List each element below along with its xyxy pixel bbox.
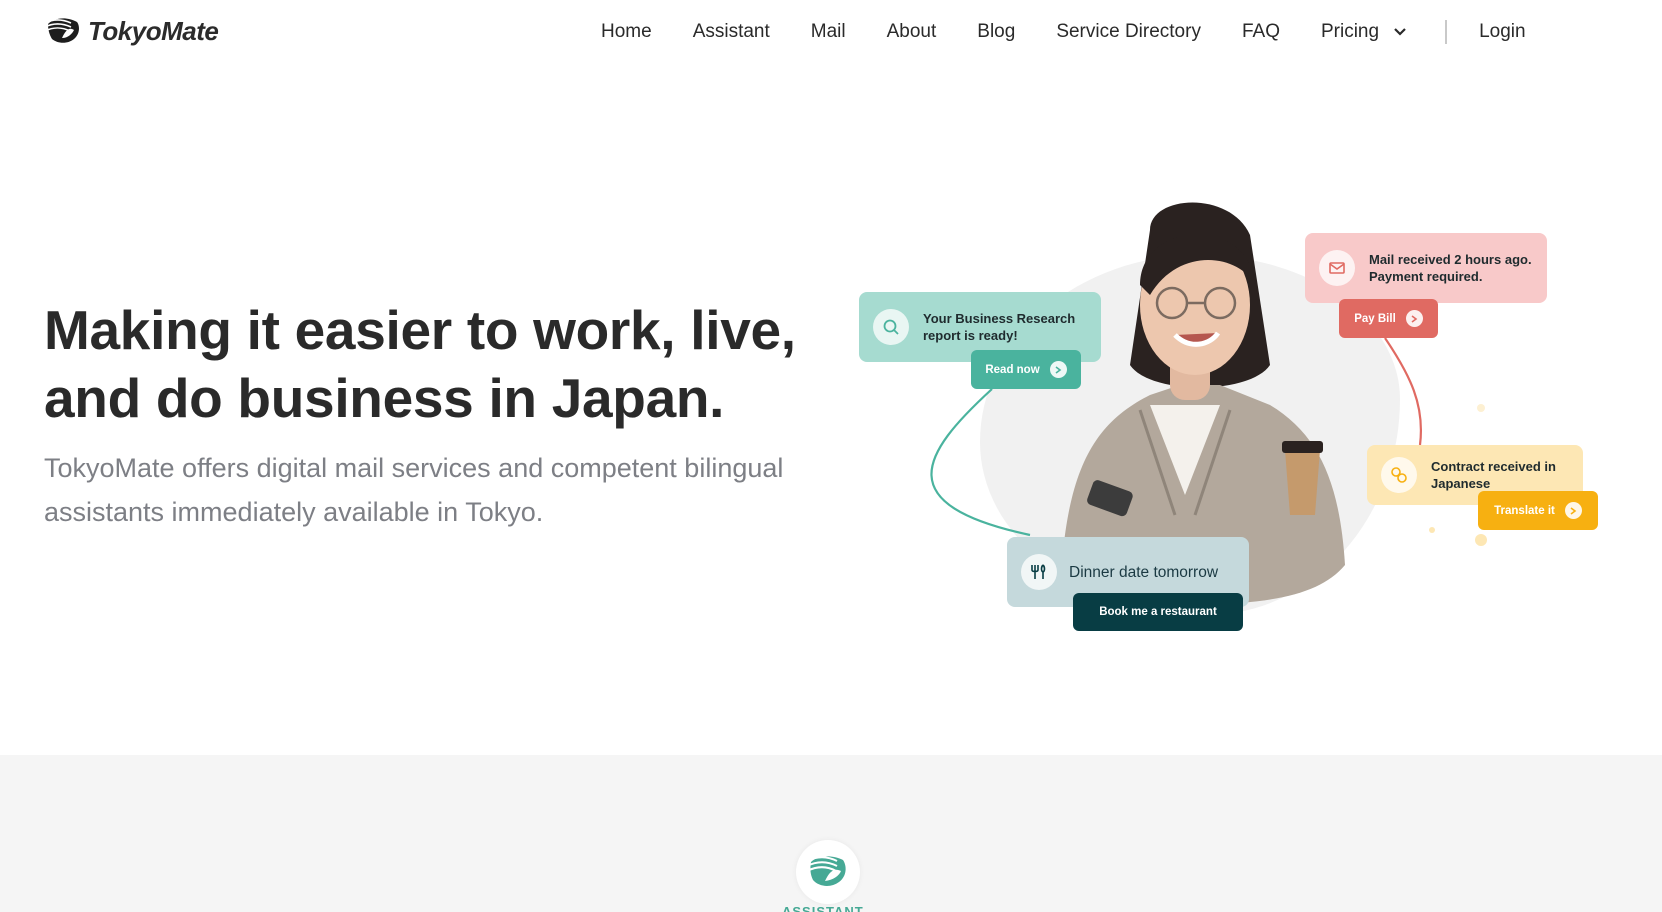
pay-bill-label: Pay Bill: [1354, 312, 1396, 325]
research-card-text: Your Business Research report is ready!: [923, 311, 1076, 343]
chevron-right-icon: [1405, 310, 1423, 327]
read-now-button[interactable]: Read now: [971, 350, 1081, 389]
main-nav: Home Assistant Mail About Blog Service D…: [601, 20, 1526, 44]
pay-bill-button[interactable]: Pay Bill: [1339, 299, 1438, 338]
nav-pricing-dropdown[interactable]: Pricing: [1321, 21, 1407, 43]
site-header: TokyoMate Home Assistant Mail About Blog…: [0, 0, 1662, 66]
book-restaurant-button[interactable]: Book me a restaurant: [1073, 593, 1243, 631]
book-restaurant-label: Book me a restaurant: [1099, 606, 1217, 618]
assistant-section-label: ASSISTANT: [782, 904, 864, 912]
dinner-card-text: Dinner date tomorrow: [1069, 563, 1219, 581]
nav-divider: [1445, 20, 1448, 44]
hero-subtitle: TokyoMate offers digital mail services a…: [44, 453, 784, 527]
utensils-icon: [1021, 554, 1057, 590]
chevron-down-icon: [1393, 21, 1407, 43]
translate-icon: [1381, 457, 1417, 493]
translate-it-label: Translate it: [1494, 504, 1555, 517]
nav-login[interactable]: Login: [1479, 21, 1526, 43]
nav-home[interactable]: Home: [601, 21, 652, 43]
nav-service-directory[interactable]: Service Directory: [1056, 21, 1201, 43]
nav-pricing-label: Pricing: [1320, 21, 1380, 42]
chevron-right-icon: [1049, 361, 1067, 378]
mail-notification-card: Mail received 2 hours ago. Payment requi…: [1305, 233, 1547, 303]
contract-card-text: Contract received in Japanese: [1431, 459, 1556, 491]
nav-about[interactable]: About: [887, 21, 937, 43]
nav-assistant[interactable]: Assistant: [693, 21, 770, 43]
assistant-wave-icon: [805, 850, 851, 895]
assistant-badge: [796, 840, 860, 904]
nav-mail[interactable]: Mail: [811, 21, 846, 43]
chevron-right-icon: [1564, 502, 1582, 519]
read-now-label: Read now: [985, 363, 1040, 376]
nav-blog[interactable]: Blog: [977, 21, 1015, 43]
hero-title: Making it easier to work, live, and do b…: [44, 299, 796, 429]
envelope-icon: [1319, 250, 1355, 286]
brand-logo[interactable]: TokyoMate: [44, 14, 219, 49]
hero-illustration: Your Business Research report is ready! …: [850, 195, 1610, 635]
magnifier-chat-icon: [873, 309, 909, 345]
mail-card-text: Mail received 2 hours ago. Payment requi…: [1369, 252, 1532, 284]
wave-logo-icon: [44, 14, 82, 49]
nav-faq[interactable]: FAQ: [1242, 21, 1280, 43]
brand-name: TokyoMate: [88, 16, 219, 46]
translate-it-button[interactable]: Translate it: [1478, 491, 1598, 530]
